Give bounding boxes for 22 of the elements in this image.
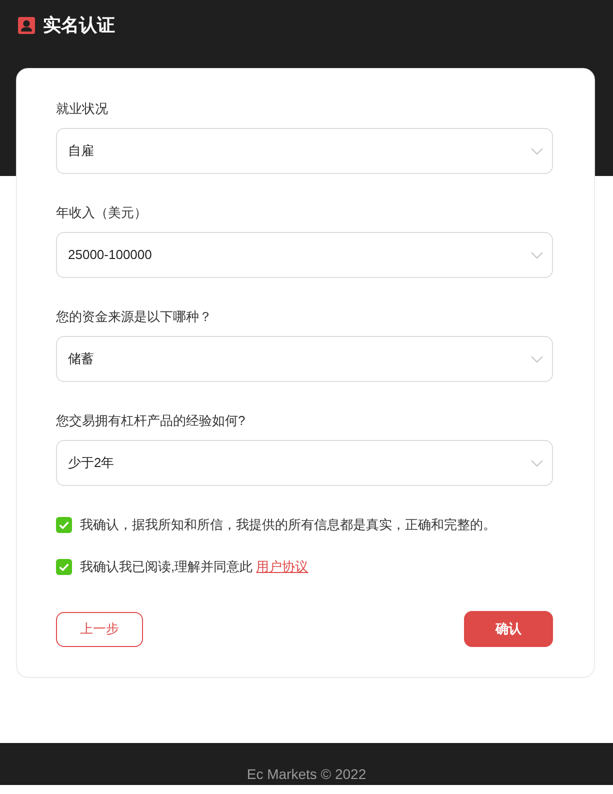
agreement-text: 我确认，据我所知和所信，我提供的所有信息都是真实，正确和完整的。 bbox=[80, 517, 496, 533]
select-field[interactable]: 25000-100000 bbox=[56, 232, 553, 278]
agreement-text: 我确认我已阅读,理解并同意此 用户协议 bbox=[80, 559, 308, 575]
chevron-down-icon bbox=[531, 148, 543, 154]
copyright-text: Ec Markets © 2022 bbox=[246, 765, 366, 784]
page-title: 实名认证 bbox=[43, 14, 115, 36]
field-label: 您交易拥有杠杆产品的经验如何? bbox=[56, 413, 246, 429]
user-agreement-link[interactable]: 用户协议 bbox=[256, 559, 308, 574]
chevron-down-icon bbox=[531, 356, 543, 362]
person-icon bbox=[18, 16, 35, 34]
chevron-down-icon bbox=[531, 252, 543, 258]
field-label: 就业状况 bbox=[56, 101, 109, 117]
checkbox[interactable] bbox=[56, 517, 72, 533]
back-button[interactable]: 上一步 bbox=[56, 612, 143, 646]
select-field[interactable]: 自雇 bbox=[56, 128, 553, 174]
chevron-down-icon bbox=[531, 460, 543, 466]
field-label: 您的资金来源是以下哪种？ bbox=[56, 309, 213, 325]
checkbox[interactable] bbox=[56, 559, 72, 575]
select-field[interactable]: 少于2年 bbox=[56, 440, 553, 486]
confirm-button[interactable]: 确认 bbox=[464, 611, 553, 647]
field-label: 年收入（美元） bbox=[56, 205, 148, 221]
select-field[interactable]: 储蓄 bbox=[56, 336, 553, 382]
